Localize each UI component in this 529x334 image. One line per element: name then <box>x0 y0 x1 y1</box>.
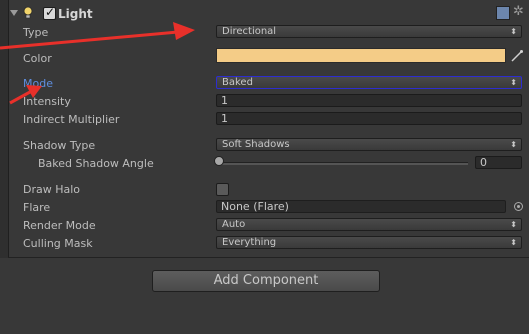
color-swatch[interactable] <box>216 48 506 63</box>
draw-halo-checkbox[interactable] <box>216 183 229 196</box>
flare-field[interactable]: None (Flare) <box>216 200 506 213</box>
checkmark-icon: ✓ <box>45 5 56 19</box>
color-label: Color <box>23 52 52 65</box>
render-mode-dropdown[interactable]: Auto ⬍ <box>216 218 522 231</box>
indirect-multiplier-field[interactable]: 1 <box>216 112 522 125</box>
shadow-type-dropdown[interactable]: Soft Shadows ⬍ <box>216 138 522 151</box>
chevron-down-icon: ⬍ <box>510 238 517 247</box>
shadow-type-value: Soft Shadows <box>222 139 290 150</box>
inspector-panel: ✓ Light ✲ Type Directional ⬍ Color Mode … <box>0 0 529 334</box>
type-dropdown[interactable]: Directional ⬍ <box>216 25 522 38</box>
culling-mask-dropdown[interactable]: Everything ⬍ <box>216 236 522 249</box>
type-label: Type <box>23 26 49 39</box>
component-enabled-checkbox[interactable]: ✓ <box>43 5 56 20</box>
light-bulb-icon <box>23 6 33 19</box>
flare-label: Flare <box>23 201 51 214</box>
triangle-down-icon[interactable] <box>10 10 18 16</box>
type-value: Directional <box>222 26 277 37</box>
render-mode-label: Render Mode <box>23 219 96 232</box>
eyedropper-icon[interactable] <box>510 49 524 63</box>
foldout-gutter <box>0 0 9 258</box>
chevron-down-icon: ⬍ <box>510 220 517 229</box>
shadow-type-label: Shadow Type <box>23 139 96 152</box>
divider <box>8 257 529 258</box>
indirect-multiplier-label: Indirect Multiplier <box>23 113 120 126</box>
add-component-button[interactable]: Add Component <box>152 270 380 292</box>
culling-mask-value: Everything <box>222 237 277 248</box>
mode-dropdown[interactable]: Baked ⬍ <box>216 76 522 89</box>
help-book-icon[interactable] <box>496 6 510 20</box>
baked-shadow-angle-label: Baked Shadow Angle <box>38 157 154 170</box>
intensity-field[interactable]: 1 <box>216 94 522 107</box>
render-mode-value: Auto <box>222 219 246 230</box>
component-title: Light <box>58 7 93 21</box>
baked-shadow-angle-track[interactable] <box>218 162 468 165</box>
culling-mask-label: Culling Mask <box>23 237 93 250</box>
gear-icon[interactable]: ✲ <box>513 5 525 18</box>
mode-label: Mode <box>23 77 53 90</box>
draw-halo-label: Draw Halo <box>23 183 81 196</box>
baked-shadow-angle-knob[interactable] <box>214 156 224 166</box>
chevron-down-icon: ⬍ <box>510 78 517 87</box>
object-picker-icon[interactable] <box>514 202 523 211</box>
mode-value: Baked <box>222 77 253 88</box>
chevron-down-icon: ⬍ <box>510 140 517 149</box>
chevron-down-icon: ⬍ <box>510 27 517 36</box>
component-header: ✓ Light ✲ <box>0 0 529 28</box>
intensity-label: Intensity <box>23 95 71 108</box>
baked-shadow-angle-field[interactable]: 0 <box>475 156 522 169</box>
